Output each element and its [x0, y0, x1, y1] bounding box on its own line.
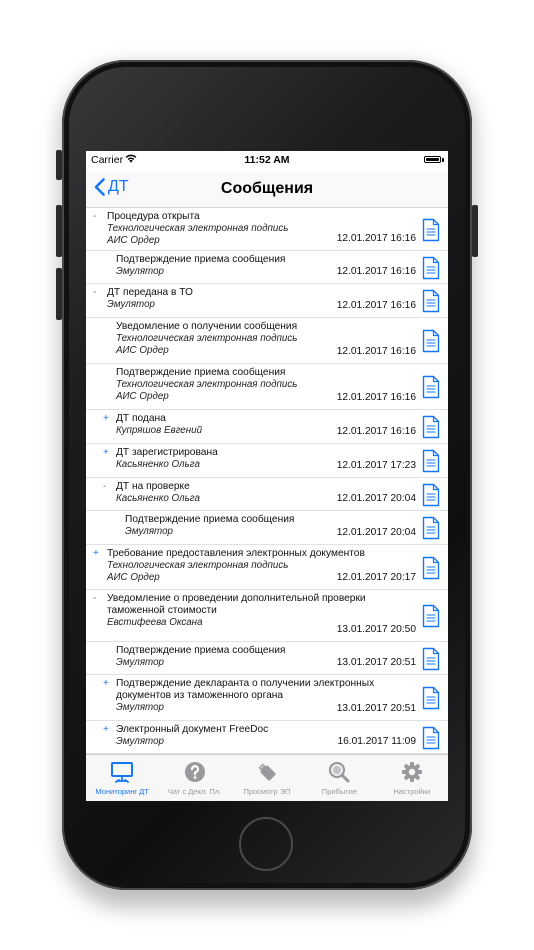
message-title: Процедура открыта: [107, 211, 200, 222]
message-sender: Технологическая электронная подпись: [107, 560, 289, 571]
tab-signature-view[interactable]: Просмотр ЭП: [231, 755, 303, 801]
message-row[interactable]: - Уведомление о проведении дополнительной…: [86, 590, 448, 642]
battery-icon: [424, 156, 441, 163]
document-icon[interactable]: [422, 726, 440, 750]
tab-label: Просмотр ЭП: [243, 787, 291, 796]
message-row[interactable]: - ДТ передана в ТО Эмулятор 12.01.2017 16:1…: [86, 284, 448, 318]
document-icon[interactable]: [422, 516, 440, 540]
gear-icon: [401, 762, 422, 782]
message-sender: Технологическая электронная подпись: [116, 333, 298, 344]
expand-toggle[interactable]: +: [103, 447, 109, 458]
collapse-toggle[interactable]: -: [93, 593, 96, 604]
navigation-bar: ДТ Сообщения: [86, 171, 448, 208]
tab-chat[interactable]: Чат с Декл. Пл.: [158, 755, 230, 801]
mute-switch: [56, 150, 62, 180]
expand-toggle[interactable]: +: [103, 413, 109, 424]
document-icon[interactable]: [422, 647, 440, 671]
screen: Carrier 11:52 AM ДТ Сообщения - Процедура…: [86, 151, 448, 801]
document-icon[interactable]: [422, 289, 440, 313]
message-date: 12.01.2017 16:16: [336, 233, 416, 244]
message-title: Требование предоставления электронных до…: [107, 548, 365, 559]
power-button: [472, 205, 478, 257]
message-row[interactable]: - Процедура открыта Технологическая электр…: [86, 208, 448, 251]
message-title: Подтверждение приема сообщения: [116, 367, 286, 378]
message-row[interactable]: Подтверждение приема сообщения Эмулятор 12…: [86, 251, 448, 284]
collapse-toggle[interactable]: -: [103, 481, 106, 492]
status-bar: Carrier 11:52 AM: [86, 151, 448, 169]
usb-drive-icon: [258, 763, 276, 781]
message-row[interactable]: - ДТ на проверке Касьяненко Ольга 12.01.201…: [86, 478, 448, 511]
expand-toggle[interactable]: +: [103, 724, 109, 735]
tab-arrival[interactable]: Прибытие: [303, 755, 375, 801]
tab-monitoring[interactable]: Мониторинг ДТ: [86, 755, 158, 801]
message-title: Подтверждение приема сообщения: [125, 514, 295, 525]
document-icon[interactable]: [422, 483, 440, 507]
message-date: 12.01.2017 20:17: [336, 572, 416, 583]
monitor-icon: [111, 762, 134, 783]
message-title: Подтверждение приема сообщения: [116, 645, 286, 656]
document-icon[interactable]: [422, 556, 440, 580]
message-row[interactable]: Уведомление о получении сообщения Техноло…: [86, 318, 448, 364]
document-icon[interactable]: [422, 604, 440, 628]
document-icon[interactable]: [422, 449, 440, 473]
message-title: ДТ передана в ТО: [107, 287, 193, 298]
message-date: 13.01.2017 20:51: [336, 657, 416, 668]
expand-toggle[interactable]: +: [93, 548, 99, 559]
tab-label: Мониторинг ДТ: [95, 787, 149, 796]
message-date: 12.01.2017 20:04: [336, 527, 416, 538]
message-title: Подтверждение приема сообщения: [116, 254, 286, 265]
magnifier-icon: [329, 761, 350, 783]
document-icon[interactable]: [422, 375, 440, 399]
message-date: 12.01.2017 20:04: [336, 493, 416, 504]
message-row[interactable]: + ДТ подана Купряшов Евгений 12.01.2017 16:…: [86, 410, 448, 444]
tab-label: Прибытие: [321, 787, 358, 796]
tab-bar: Мониторинг ДТ Чат с Декл. Пл. Просмотр Э…: [86, 754, 448, 801]
message-title: Уведомление о получении сообщения: [116, 321, 298, 332]
collapse-toggle[interactable]: -: [93, 287, 96, 298]
tab-label: Настройки: [393, 787, 431, 796]
tab-label: Чат с Декл. Пл.: [167, 787, 222, 796]
page-title: Сообщения: [220, 180, 314, 197]
message-title: Уведомление о проведении дополнительной …: [107, 593, 366, 616]
message-date: 12.01.2017 16:16: [336, 392, 416, 403]
status-time: 11:52 AM: [244, 154, 290, 166]
document-icon[interactable]: [422, 256, 440, 280]
document-icon[interactable]: [422, 329, 440, 353]
message-title: ДТ подана: [116, 413, 166, 424]
message-title: Электронный документ FreeDoc: [116, 724, 269, 735]
message-sender: Технологическая электронная подпись: [116, 379, 298, 390]
message-row[interactable]: + ДТ зарегистрирована Касьяненко Ольга 12.0…: [86, 444, 448, 478]
message-date: 12.01.2017 16:16: [336, 426, 416, 437]
message-date: 12.01.2017 16:16: [336, 300, 416, 311]
message-date: 12.01.2017 17:23: [336, 460, 416, 471]
message-title: Подтверждение декларанта о получении эле…: [116, 678, 375, 701]
collapse-toggle[interactable]: -: [93, 211, 96, 222]
document-icon[interactable]: [422, 415, 440, 439]
message-row[interactable]: + Электронный документ FreeDoc Эмулятор 16.…: [86, 721, 448, 754]
message-row[interactable]: + Требование предоставления электронных д…: [86, 545, 448, 590]
message-date: 12.01.2017 16:16: [336, 266, 416, 277]
message-row[interactable]: Подтверждение приема сообщения Эмулятор 12…: [86, 511, 448, 545]
expand-toggle[interactable]: +: [103, 678, 109, 689]
help-icon: [184, 762, 205, 782]
message-row[interactable]: Подтверждение приема сообщения Технологич…: [86, 364, 448, 410]
volume-down-button: [56, 268, 62, 320]
message-date: 13.01.2017 20:50: [336, 624, 416, 635]
message-date: 13.01.2017 20:51: [336, 703, 416, 714]
message-date: 12.01.2017 16:16: [336, 346, 416, 357]
message-list[interactable]: - Процедура открыта Технологическая электр…: [86, 208, 448, 754]
home-button[interactable]: [239, 817, 293, 871]
battery-cap: [442, 158, 444, 162]
document-icon[interactable]: [422, 218, 440, 242]
message-title: ДТ на проверке: [116, 481, 190, 492]
message-title: ДТ зарегистрирована: [116, 447, 218, 458]
message-date: 16.01.2017 11:09: [337, 736, 416, 747]
tab-settings[interactable]: Настройки: [376, 755, 448, 801]
message-row[interactable]: + Подтверждение декларанта о получении эл…: [86, 675, 448, 721]
message-row[interactable]: Подтверждение приема сообщения Эмулятор 13…: [86, 642, 448, 675]
volume-up-button: [56, 205, 62, 257]
document-icon[interactable]: [422, 686, 440, 710]
